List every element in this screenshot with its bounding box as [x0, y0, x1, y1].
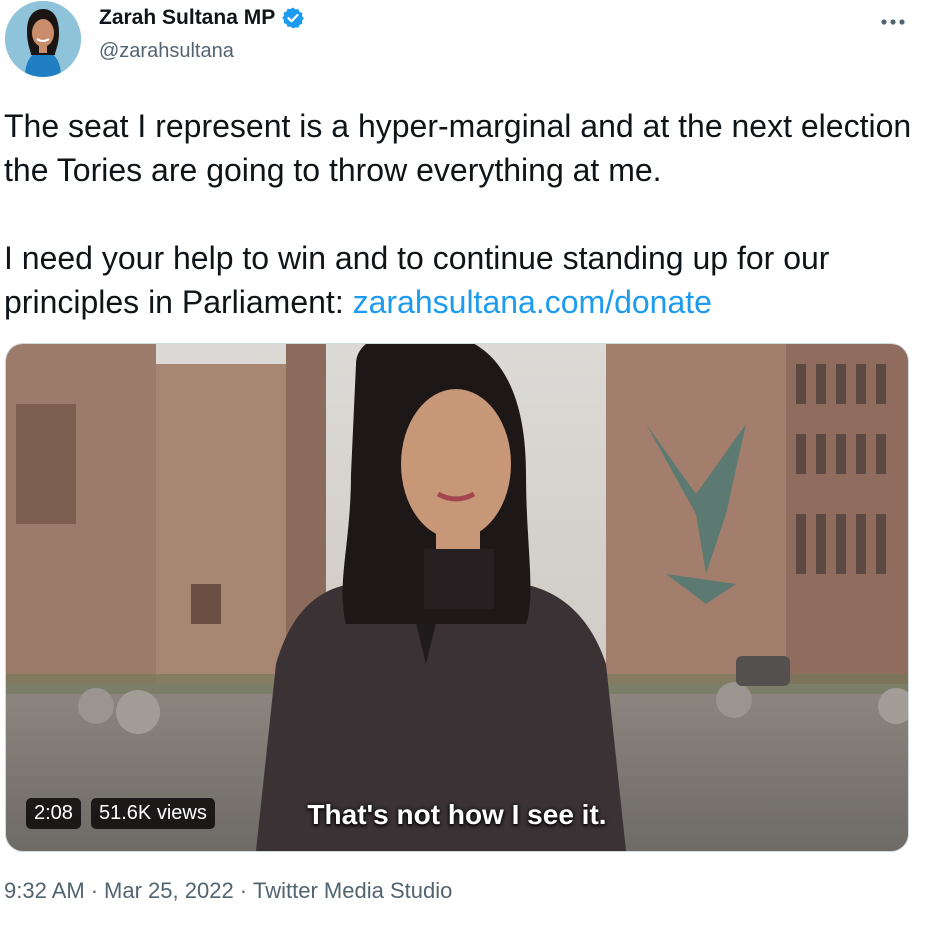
meta-separator-2: ·	[239, 878, 248, 903]
tweet-paragraph-2: I need your help to win and to continue …	[4, 236, 924, 324]
tweet-text: The seat I represent is a hyper-marginal…	[4, 104, 924, 324]
video-player[interactable]: 2:08 51.6K views That's not how I see it…	[5, 343, 909, 852]
video-subtitle: That's not how I see it.	[307, 799, 607, 830]
video-thumbnail	[6, 344, 908, 851]
author-display-name[interactable]: Zarah Sultana MP	[99, 6, 275, 30]
author-name-row[interactable]: Zarah Sultana MP	[99, 6, 305, 30]
tweet-date[interactable]: Mar 25, 2022	[104, 878, 234, 904]
more-horizontal-icon	[881, 19, 905, 25]
donate-link[interactable]: zarahsultana.com/donate	[353, 284, 712, 320]
tweet-meta: 9:32 AM · Mar 25, 2022 · Twitter Media S…	[4, 878, 452, 904]
tweet-paragraph-1: The seat I represent is a hyper-marginal…	[4, 108, 912, 188]
avatar[interactable]	[5, 1, 81, 77]
tweet-time[interactable]: 9:32 AM	[4, 878, 85, 904]
author-handle[interactable]: @zarahsultana	[99, 40, 234, 63]
more-button[interactable]	[878, 10, 908, 34]
avatar-image	[5, 1, 81, 77]
verified-badge-icon	[281, 6, 305, 30]
meta-separator: ·	[90, 878, 99, 903]
tweet-source[interactable]: Twitter Media Studio	[253, 878, 452, 904]
